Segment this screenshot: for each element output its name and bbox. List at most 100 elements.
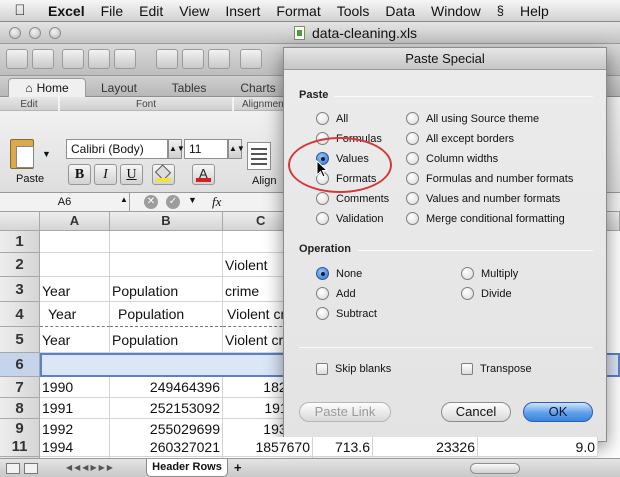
ok-button[interactable]: OK: [523, 402, 593, 422]
cell[interactable]: 9.0: [478, 437, 598, 457]
cell[interactable]: [110, 231, 223, 253]
format-painter-icon[interactable]: [240, 49, 262, 69]
cell[interactable]: [40, 231, 110, 253]
cell[interactable]: Population: [110, 327, 223, 353]
radio-op-none[interactable]: None: [316, 267, 362, 280]
add-sheet-button[interactable]: +: [234, 460, 242, 475]
minimize-window-icon[interactable]: [29, 27, 41, 39]
name-box[interactable]: A6: [0, 193, 130, 212]
checkbox-skip-blanks[interactable]: Skip blanks: [316, 363, 391, 375]
row-header[interactable]: 7: [0, 377, 40, 398]
cancel-button[interactable]: Cancel: [441, 402, 511, 422]
tab-tables[interactable]: Tables: [152, 78, 226, 97]
cell[interactable]: 252153092: [110, 398, 223, 419]
function-dropdown-icon[interactable]: ▼: [188, 195, 197, 205]
menu-tools[interactable]: Tools: [329, 3, 378, 19]
cell[interactable]: 23326: [373, 437, 478, 457]
menu-insert[interactable]: Insert: [217, 3, 268, 19]
radio-op-multiply[interactable]: Multiply: [461, 267, 518, 280]
script-menu-icon[interactable]: §: [489, 3, 512, 18]
radio-paste-comments[interactable]: Comments: [316, 192, 389, 205]
italic-button[interactable]: I: [94, 164, 117, 185]
paste-dropdown-icon[interactable]: ▼: [42, 149, 51, 159]
paste-link-button[interactable]: Paste Link: [299, 402, 391, 422]
checkbox-transpose[interactable]: Transpose: [461, 363, 532, 375]
row-header[interactable]: 1: [0, 231, 40, 253]
close-window-icon[interactable]: [9, 27, 21, 39]
column-header-b[interactable]: B: [110, 212, 223, 231]
radio-paste-all[interactable]: All: [316, 112, 348, 125]
sheet-nav-arrows-icon[interactable]: ◀◀◀▶▶▶: [66, 463, 115, 472]
cell[interactable]: 713.6: [313, 437, 373, 457]
cell[interactable]: Year: [40, 302, 110, 327]
row-header[interactable]: 5: [0, 327, 40, 353]
fill-color-icon[interactable]: [152, 164, 175, 185]
bold-button[interactable]: B: [68, 164, 91, 185]
cancel-entry-icon[interactable]: ✕: [144, 195, 158, 209]
print-icon[interactable]: [114, 49, 136, 69]
select-all-corner[interactable]: [0, 212, 40, 231]
tab-home[interactable]: ⌂ Home: [8, 78, 86, 97]
cell[interactable]: 1991: [40, 398, 110, 419]
page-layout-view-icon[interactable]: [24, 463, 38, 474]
save-icon[interactable]: [88, 49, 110, 69]
font-name-dropdown-icon[interactable]: ▲▼: [168, 139, 185, 159]
row-header[interactable]: 4: [0, 302, 40, 327]
radio-op-subtract[interactable]: Subtract: [316, 307, 377, 320]
name-box-stepper-icon[interactable]: ▲: [120, 195, 128, 204]
cell[interactable]: Year: [40, 327, 110, 353]
menu-edit[interactable]: Edit: [131, 3, 171, 19]
row-header[interactable]: 2: [0, 253, 40, 277]
row-header[interactable]: 8: [0, 398, 40, 419]
menu-help[interactable]: Help: [512, 3, 557, 19]
insert-function-icon[interactable]: fx: [212, 194, 221, 210]
clipboard-paste-icon[interactable]: [10, 139, 34, 169]
font-color-icon[interactable]: A: [192, 164, 215, 185]
menu-format[interactable]: Format: [268, 3, 328, 19]
row-header[interactable]: 3: [0, 277, 40, 302]
new-document-icon[interactable]: [6, 49, 28, 69]
sheet-tab-header-rows[interactable]: Header Rows: [146, 459, 228, 477]
radio-paste-all-source-theme[interactable]: All using Source theme: [406, 112, 539, 125]
cell[interactable]: Population: [110, 302, 223, 327]
font-size-dropdown-icon[interactable]: ▲▼: [228, 139, 245, 159]
menu-file[interactable]: File: [93, 3, 132, 19]
cell[interactable]: 249464396: [110, 377, 223, 398]
cell[interactable]: [40, 253, 110, 277]
cell[interactable]: [110, 253, 223, 277]
new-from-template-icon[interactable]: [32, 49, 54, 69]
open-folder-icon[interactable]: [62, 49, 84, 69]
radio-paste-values-number-formats[interactable]: Values and number formats: [406, 192, 560, 205]
menu-app[interactable]: Excel: [40, 3, 93, 19]
menu-window[interactable]: Window: [423, 3, 489, 19]
cut-icon[interactable]: [156, 49, 178, 69]
cell[interactable]: 1857670: [223, 437, 313, 457]
radio-op-add[interactable]: Add: [316, 287, 356, 300]
tab-charts[interactable]: Charts: [226, 78, 290, 97]
radio-paste-validation[interactable]: Validation: [316, 212, 384, 225]
font-size-field[interactable]: 11: [184, 139, 228, 159]
radio-paste-column-widths[interactable]: Column widths: [406, 152, 498, 165]
radio-paste-merge-conditional[interactable]: Merge conditional formatting: [406, 212, 565, 225]
cell[interactable]: 1994: [40, 437, 110, 457]
radio-paste-formulas-number-formats[interactable]: Formulas and number formats: [406, 172, 573, 185]
apple-icon[interactable]: : [0, 2, 40, 19]
cell[interactable]: 260327021: [110, 437, 223, 457]
menu-view[interactable]: View: [171, 3, 217, 19]
copy-icon[interactable]: [182, 49, 204, 69]
radio-op-divide[interactable]: Divide: [461, 287, 512, 300]
menu-data[interactable]: Data: [377, 3, 423, 19]
row-header[interactable]: 11: [0, 437, 40, 457]
paste-icon[interactable]: [208, 49, 230, 69]
align-icon[interactable]: [247, 142, 271, 170]
cell[interactable]: Year: [40, 277, 110, 302]
normal-view-icon[interactable]: [6, 463, 20, 474]
horizontal-scrollbar[interactable]: [470, 463, 520, 474]
underline-button[interactable]: U: [120, 164, 143, 185]
cell[interactable]: 1990: [40, 377, 110, 398]
font-name-field[interactable]: Calibri (Body): [66, 139, 168, 159]
tab-layout[interactable]: Layout: [86, 78, 152, 97]
column-header-a[interactable]: A: [40, 212, 110, 231]
radio-paste-all-except-borders[interactable]: All except borders: [406, 132, 514, 145]
zoom-window-icon[interactable]: [49, 27, 61, 39]
